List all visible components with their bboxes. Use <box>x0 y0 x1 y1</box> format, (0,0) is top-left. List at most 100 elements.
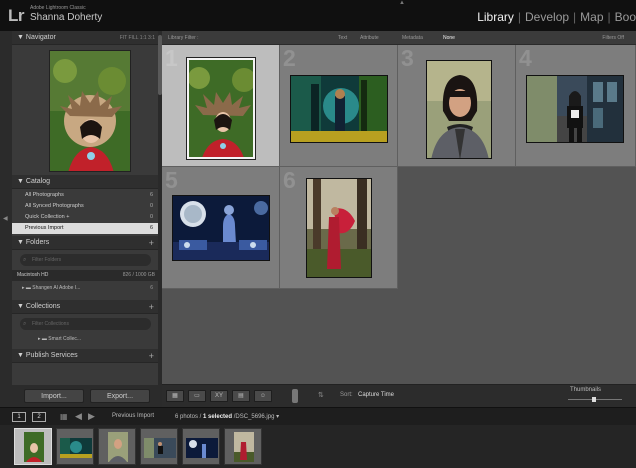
photo-thumbnail[interactable] <box>186 57 256 160</box>
collections-triangle-icon: ▼ <box>17 303 24 310</box>
navigator-preview[interactable] <box>12 45 159 175</box>
import-button[interactable]: Import... <box>24 389 84 403</box>
loupe-view-icon[interactable]: ▭ <box>188 390 206 402</box>
secondary-window-button[interactable]: 2 <box>32 412 46 422</box>
filmstrip <box>0 425 636 468</box>
filmstrip-thumb-5[interactable] <box>182 428 220 465</box>
volume-info: 826 / 1000 GB <box>122 272 155 278</box>
filmstrip-thumb-6[interactable] <box>224 428 262 465</box>
library-filter-bar: Library Filter : Text Attribute Metadata… <box>162 31 636 45</box>
filter-text[interactable]: Text <box>338 31 347 45</box>
grid-cell-4[interactable]: 4 <box>516 45 636 167</box>
catalog-item-synced[interactable]: All Synced Photographs 0 <box>12 201 159 212</box>
publish-triangle-icon: ▼ <box>17 352 24 359</box>
grid-cell-3[interactable]: 3 <box>398 45 516 167</box>
photo-grid: 1 2 3 4 5 6 <box>162 45 636 384</box>
module-book[interactable]: Boo <box>615 10 636 24</box>
module-develop[interactable]: Develop <box>525 10 569 24</box>
module-map[interactable]: Map <box>580 10 603 24</box>
filmstrip-thumb-3[interactable] <box>98 428 136 465</box>
filmstrip-source[interactable]: Previous Import <box>112 413 154 419</box>
collection-item[interactable]: ▸ ▬ Smart Collec... <box>12 334 159 345</box>
catalog-item-previous-import[interactable]: Previous Import 6 <box>12 223 159 234</box>
catalog-item-label: Previous Import <box>25 225 64 231</box>
catalog-item-count: 6 <box>149 225 153 231</box>
painter-icon[interactable] <box>292 389 298 403</box>
filter-none[interactable]: None <box>443 31 455 45</box>
add-publish-icon[interactable]: + <box>149 349 154 363</box>
module-separator: | <box>517 10 522 24</box>
collections-header[interactable]: ▼ Collections + <box>12 300 159 314</box>
left-panel-toggle[interactable]: ◀ <box>0 31 12 407</box>
folder-icon: ▸ ▬ <box>22 285 33 291</box>
sort-direction-icon[interactable]: ⇅ <box>318 391 324 399</box>
photo-thumbnail[interactable] <box>526 75 624 143</box>
collection-name: Smart Collec... <box>48 336 82 342</box>
filmstrip-thumb-1[interactable] <box>14 428 52 465</box>
navigator-header[interactable]: ▼ Navigator FIT FILL 1:1 3:1 <box>12 31 159 45</box>
volume-row[interactable]: Macintosh HD 826 / 1000 GB <box>12 270 159 281</box>
catalog-item-label: All Synced Photographs <box>25 203 84 209</box>
survey-view-icon[interactable]: ▤ <box>232 390 250 402</box>
filter-attribute[interactable]: Attribute <box>360 31 379 45</box>
folder-count: 6 <box>150 285 153 291</box>
filmstrip-thumb-4[interactable] <box>140 428 178 465</box>
grid-view-icon[interactable]: ▦ <box>166 390 184 402</box>
grid-cell-5[interactable]: 5 <box>162 167 280 289</box>
filters-off[interactable]: Filters Off <box>602 31 624 45</box>
folder-item[interactable]: ▸ ▬ Shangen Al Adobe I... 6 <box>12 283 159 294</box>
main-window-button[interactable]: 1 <box>12 412 26 422</box>
sort-dropdown[interactable]: Capture Time <box>358 392 394 398</box>
catalog-item-count: 6 <box>149 192 153 198</box>
publish-services-header[interactable]: ▼ Publish Services + <box>12 349 159 363</box>
thumbnails-label: Thumbnails <box>570 387 602 393</box>
catalog-item-quick-collection[interactable]: Quick Collection + 0 <box>12 212 159 223</box>
folders-filter-input[interactable]: ⌕ Filter Folders <box>20 254 151 266</box>
folders-header[interactable]: ▼ Folders + <box>12 236 159 250</box>
folders-filter-placeholder: Filter Folders <box>32 257 62 263</box>
forward-arrow-icon[interactable]: ▶ <box>88 411 95 422</box>
volume-name: Macintosh HD <box>17 272 49 278</box>
file-name: /DSC_5696.jpg <box>233 414 275 420</box>
module-picker: Library | Develop | Map | Boo <box>477 10 636 24</box>
filmstrip-header: 1 2 ▦ ◀ ▶ Previous Import 6 photos / 1 s… <box>0 407 636 425</box>
expand-left-icon[interactable]: ◀ <box>3 215 8 222</box>
grid-cell-1[interactable]: 1 <box>162 45 280 167</box>
navigator-title: Navigator <box>25 34 56 41</box>
search-icon: ⌕ <box>23 257 27 263</box>
add-collection-icon[interactable]: + <box>149 300 154 314</box>
catalog-item-label: Quick Collection + <box>25 214 70 220</box>
library-toolbar: ▦ ▭ XY ▤ ☺ ⇅ Sort: Capture Time Thumbnai… <box>162 384 636 407</box>
photo-thumbnail[interactable] <box>306 178 372 278</box>
catalog-item-label: All Photographs <box>25 192 64 198</box>
photo-count: 6 photos / <box>175 414 202 420</box>
catalog-item-all-photographs[interactable]: All Photographs 6 <box>12 190 159 201</box>
filter-metadata[interactable]: Metadata <box>402 31 423 45</box>
compare-view-icon[interactable]: XY <box>210 390 228 402</box>
catalog-header[interactable]: ▼ Catalog <box>12 175 159 189</box>
module-library[interactable]: Library <box>477 10 514 24</box>
slider-knob[interactable] <box>592 397 596 402</box>
photo-thumbnail[interactable] <box>290 75 388 143</box>
add-folder-icon[interactable]: + <box>149 236 154 250</box>
collapse-top-panel-icon[interactable]: ▲ <box>399 0 405 6</box>
grid-icon[interactable]: ▦ <box>60 412 68 421</box>
navigator-triangle-icon: ▼ <box>17 34 24 41</box>
filmstrip-thumb-2[interactable] <box>56 428 94 465</box>
thumbnail-size-slider[interactable] <box>568 397 622 402</box>
cell-index: 4 <box>519 45 532 71</box>
navigator-zoom-options[interactable]: FIT FILL 1:1 3:1 <box>120 31 155 45</box>
back-arrow-icon[interactable]: ◀ <box>75 411 82 422</box>
collections-filter-input[interactable]: ⌕ Filter Collections <box>20 318 151 330</box>
grid-empty-area <box>162 289 398 384</box>
grid-cell-6[interactable]: 6 <box>280 167 398 289</box>
grid-cell-2[interactable]: 2 <box>280 45 398 167</box>
export-button[interactable]: Export... <box>90 389 150 403</box>
folders-triangle-icon: ▼ <box>17 239 24 246</box>
photo-thumbnail[interactable] <box>426 60 492 159</box>
people-view-icon[interactable]: ☺ <box>254 390 272 402</box>
grid-empty-area <box>398 167 636 384</box>
filmstrip-count: 6 photos / 1 selected /DSC_5696.jpg ▾ <box>175 414 280 420</box>
photo-thumbnail[interactable] <box>172 195 270 261</box>
navigator-image[interactable] <box>49 50 131 172</box>
